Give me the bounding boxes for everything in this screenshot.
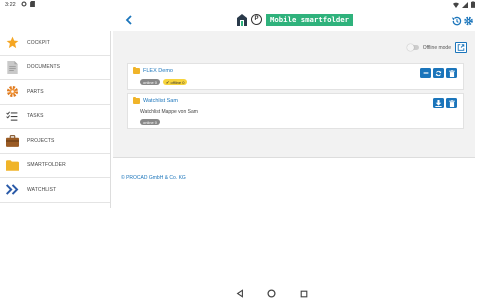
- card-actions: [433, 98, 457, 108]
- card-actions: [420, 68, 457, 78]
- page-title: Mobile smartfolder: [266, 14, 354, 26]
- star-icon: [5, 36, 19, 50]
- chevrons-icon: [5, 183, 19, 197]
- gear-part-icon: [5, 85, 19, 99]
- main-content: Offline mode FLEX Demo online 0 ✔ offlin…: [113, 31, 480, 271]
- folder-icon: [133, 66, 140, 74]
- sidebar-item-parts[interactable]: PARTS: [0, 80, 110, 105]
- chevron-left-icon: [125, 15, 132, 25]
- open-external-icon: [457, 44, 465, 51]
- card-title[interactable]: Watchlist Sam: [133, 96, 178, 104]
- minus-icon: [423, 72, 428, 74]
- card-title[interactable]: FLEX Demo: [133, 66, 173, 74]
- recents-square-icon: [300, 290, 308, 298]
- status-badge-online: online 0: [140, 79, 161, 85]
- sidebar-item-smartfolder[interactable]: SMARTFOLDER: [0, 154, 110, 178]
- delete-button[interactable]: [446, 68, 457, 78]
- back-button[interactable]: [123, 13, 135, 27]
- project-badge: P: [251, 14, 262, 25]
- sidebar-item-cockpit[interactable]: COCKPIT: [0, 31, 110, 56]
- history-button[interactable]: [451, 14, 462, 26]
- sidebar: COCKPIT DOCUMENTS PARTS TASKS PROJECTS S…: [0, 31, 111, 208]
- settings-button[interactable]: [463, 14, 474, 26]
- folder-icon: [133, 96, 140, 104]
- document-icon: [5, 60, 19, 74]
- download-icon: [435, 99, 442, 107]
- smartfolder-card[interactable]: FLEX Demo online 0 ✔ offline 0: [127, 63, 464, 90]
- app-bar: P Mobile smartfolder: [0, 10, 480, 30]
- sidebar-item-label: WATCHLIST: [27, 186, 57, 193]
- signal-icon: [462, 1, 468, 10]
- status-tags: online 0 ✔ offline 0: [140, 79, 188, 85]
- smartfolder-panel: Offline mode FLEX Demo online 0 ✔ offlin…: [113, 31, 475, 158]
- wifi-icon: [453, 2, 459, 10]
- sidebar-item-label: PARTS: [27, 88, 44, 95]
- offline-mode-label: Offline mode: [422, 44, 451, 51]
- smartfolder-card[interactable]: Watchlist Sam Watchlist Mappe von Sam on…: [127, 93, 464, 129]
- status-time: 3:22: [5, 2, 16, 8]
- sidebar-item-label: DOCUMENTS: [27, 64, 61, 71]
- status-badge-online: online 0: [140, 119, 161, 125]
- battery-icon: [471, 1, 475, 10]
- sidebar-item-label: COCKPIT: [27, 39, 50, 46]
- home-circle-icon: [267, 289, 276, 298]
- back-triangle-icon: [236, 289, 243, 298]
- gear-icon: [464, 16, 473, 26]
- folder-icon: [5, 158, 19, 172]
- settings-status-icon: [21, 1, 27, 9]
- card-title-text: FLEX Demo: [143, 68, 173, 74]
- sync-icon: [435, 70, 442, 76]
- sidebar-item-watchlist[interactable]: WATCHLIST: [0, 178, 110, 203]
- system-nav-bar: [0, 280, 480, 300]
- status-bar: 3:22: [0, 0, 480, 10]
- offline-mode-toggle[interactable]: [406, 43, 419, 51]
- sync-button[interactable]: [433, 68, 444, 78]
- nav-back-button[interactable]: [236, 285, 244, 300]
- sdcard-status-icon: [30, 1, 35, 9]
- logo-icon: [237, 14, 247, 26]
- copyright-link[interactable]: © PROCAD GmbH & Co. KG: [121, 175, 186, 181]
- delete-button[interactable]: [446, 98, 457, 108]
- offline-mode-row: Offline mode: [406, 42, 467, 53]
- sidebar-item-documents[interactable]: DOCUMENTS: [0, 56, 110, 80]
- trash-icon: [448, 99, 455, 107]
- status-badge-offline: ✔ offline 0: [163, 79, 188, 85]
- app-logo: [236, 13, 248, 27]
- sidebar-item-label: SMARTFOLDER: [27, 162, 66, 169]
- sidebar-item-projects[interactable]: PROJECTS: [0, 129, 110, 154]
- open-external-button[interactable]: [455, 42, 467, 53]
- sidebar-item-label: TASKS: [27, 113, 44, 120]
- sidebar-item-tasks[interactable]: TASKS: [0, 105, 110, 129]
- trash-icon: [448, 69, 455, 77]
- status-tags: online 0: [140, 119, 161, 125]
- history-icon: [451, 16, 462, 26]
- download-button[interactable]: [433, 98, 444, 108]
- tasks-icon: [5, 109, 19, 123]
- sidebar-item-label: PROJECTS: [27, 137, 55, 144]
- card-title-text: Watchlist Sam: [143, 98, 178, 104]
- remove-offline-button[interactable]: [420, 68, 431, 78]
- card-description: Watchlist Mappe von Sam: [140, 109, 198, 115]
- nav-home-button[interactable]: [267, 285, 276, 300]
- nav-recents-button[interactable]: [300, 285, 308, 300]
- briefcase-icon: [5, 134, 19, 148]
